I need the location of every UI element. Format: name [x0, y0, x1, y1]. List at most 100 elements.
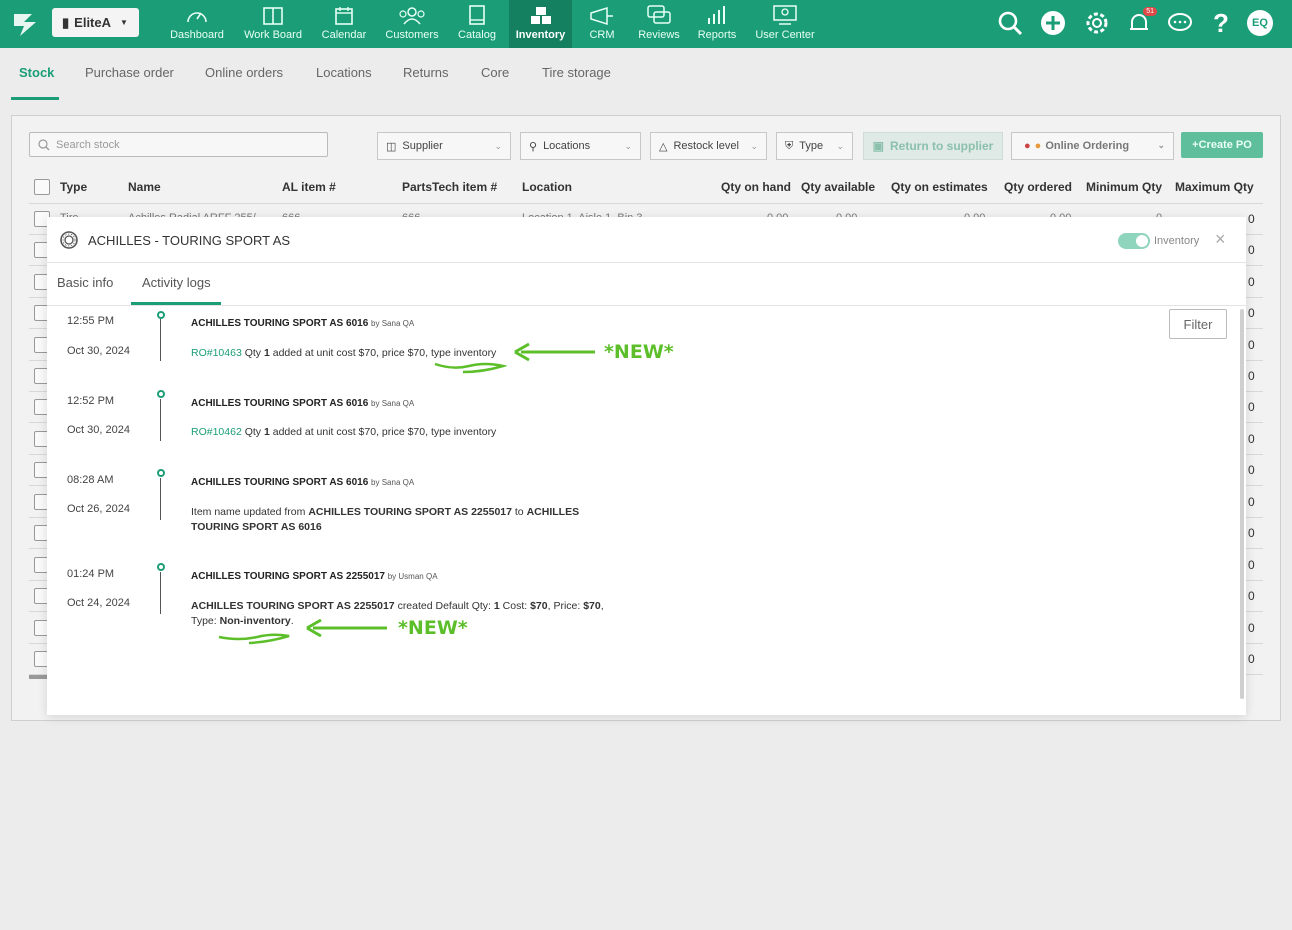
type-dropdown[interactable]: ⛨ Type ⌄: [776, 132, 853, 160]
chevron-down-icon: ⌄: [1157, 140, 1165, 150]
notifications-bell-icon[interactable]: 51: [1125, 7, 1157, 37]
supplier-label: Supplier: [402, 140, 443, 152]
select-all-checkbox[interactable]: [34, 179, 50, 195]
ro-link[interactable]: RO#10463: [191, 347, 242, 359]
nav-crm[interactable]: CRM: [584, 0, 620, 48]
user-avatar[interactable]: EQ: [1246, 9, 1274, 37]
annotation-arrow-icon: [514, 342, 595, 362]
tab-core[interactable]: Core: [481, 65, 509, 80]
type-label: Type: [799, 140, 824, 152]
column-header-type[interactable]: Type: [60, 180, 87, 194]
locations-dropdown[interactable]: ⚲ Locations ⌄: [520, 132, 641, 160]
scrollbar[interactable]: [1240, 309, 1244, 699]
customers-icon: [399, 7, 425, 25]
log-date: Oct 26, 2024: [67, 503, 130, 515]
return-icon: ▣: [872, 139, 884, 153]
timeline-line: [160, 572, 161, 614]
tab-returns[interactable]: Returns: [403, 65, 449, 80]
log-date: Oct 30, 2024: [67, 345, 130, 357]
supplier-dropdown[interactable]: ◫ Supplier ⌄: [377, 132, 511, 160]
help-icon[interactable]: ?: [1207, 8, 1235, 38]
column-header-al-item[interactable]: AL item #: [282, 180, 336, 194]
log-item-title: ACHILLES TOURING SPORT AS 6016 by Sana Q…: [191, 318, 414, 329]
timeline-dot: [157, 390, 165, 398]
log-connector: to: [514, 506, 524, 518]
nav-dashboard[interactable]: Dashboard: [164, 0, 230, 48]
log-time: 12:52 PM: [67, 395, 115, 407]
tab-locations[interactable]: Locations: [316, 65, 372, 80]
nav-work-board[interactable]: Work Board: [238, 0, 308, 48]
column-header-name[interactable]: Name: [128, 180, 161, 194]
tab-basic-info[interactable]: Basic info: [57, 275, 113, 290]
log-description: Item name updated from ACHILLES TOURING …: [191, 505, 591, 535]
column-header-qty-available[interactable]: Qty available: [801, 180, 875, 194]
log-author: by Sana QA: [371, 319, 415, 328]
nav-inventory[interactable]: Inventory: [509, 0, 572, 48]
nav-reports[interactable]: Reports: [694, 0, 740, 48]
timeline-line: [160, 399, 161, 441]
app-logo-icon[interactable]: [10, 8, 40, 38]
create-po-button[interactable]: + Create PO: [1181, 132, 1263, 158]
column-header-qty-on-hand[interactable]: Qty on hand: [721, 180, 791, 194]
online-ordering-label: Online Ordering: [1045, 140, 1130, 152]
tab-stock[interactable]: Stock: [19, 65, 54, 80]
nav-calendar[interactable]: Calendar: [316, 0, 372, 48]
add-icon[interactable]: [1039, 9, 1067, 37]
chevron-down-icon: ⌄: [624, 141, 632, 151]
nav-catalog[interactable]: Catalog: [452, 0, 502, 48]
restock-label: Restock level: [673, 140, 739, 152]
user-center-icon: [773, 5, 797, 25]
row-maximum-qty: 0: [1248, 463, 1255, 477]
tab-tire-storage[interactable]: Tire storage: [542, 65, 611, 80]
log-item-name: ACHILLES TOURING SPORT AS 2255017: [191, 571, 385, 582]
chevron-down-icon: ⌄: [750, 141, 758, 151]
tab-activity-logs[interactable]: Activity logs: [142, 275, 211, 290]
supplier-logos-icon: ●: [1034, 140, 1042, 152]
nav-label: Catalog: [458, 29, 496, 41]
create-po-label: Create PO: [1198, 139, 1252, 151]
item-detail-modal: ACHILLES - TOURING SPORT AS Inventory × …: [47, 217, 1246, 715]
price-label: Price:: [553, 600, 581, 612]
ro-link[interactable]: RO#10462: [191, 426, 242, 438]
filter-button[interactable]: Filter: [1169, 309, 1227, 339]
dashboard-icon: [187, 12, 207, 23]
chat-icon[interactable]: [1166, 9, 1194, 37]
tab-online-orders[interactable]: Online orders: [205, 65, 283, 80]
row-maximum-qty: 0: [1248, 400, 1255, 414]
column-header-maximum-qty[interactable]: Maximum Qty: [1175, 180, 1254, 194]
log-item-title: ACHILLES TOURING SPORT AS 6016 by Sana Q…: [191, 477, 414, 488]
column-header-qty-on-estimates[interactable]: Qty on estimates: [891, 180, 988, 194]
log-author: by Usman QA: [387, 572, 438, 581]
nav-customers[interactable]: Customers: [380, 0, 444, 48]
gear-icon[interactable]: [1083, 9, 1111, 37]
online-ordering-dropdown[interactable]: ● ● Online Ordering ⌄: [1011, 132, 1174, 160]
tab-purchase-order[interactable]: Purchase order: [85, 65, 174, 80]
shop-selector[interactable]: ▮ EliteA ▼: [52, 8, 139, 37]
search-input[interactable]: Search stock: [29, 132, 328, 157]
column-header-minimum-qty[interactable]: Minimum Qty: [1086, 180, 1162, 194]
nav-user-center[interactable]: User Center: [752, 0, 818, 48]
column-header-qty-ordered[interactable]: Qty ordered: [1004, 180, 1072, 194]
warning-icon: △: [659, 140, 668, 153]
log-date: Oct 24, 2024: [67, 597, 130, 609]
price-value: $70: [583, 600, 601, 612]
modal-header: ACHILLES - TOURING SPORT AS Inventory ×: [47, 217, 1246, 263]
nav-reviews[interactable]: Reviews: [634, 0, 684, 48]
close-icon[interactable]: ×: [1215, 229, 1226, 250]
inventory-subtabs: Stock Purchase order Online orders Locat…: [0, 48, 1292, 100]
row-maximum-qty: 0: [1248, 369, 1255, 383]
active-tab-underline: [11, 97, 59, 100]
nav-label: Calendar: [321, 29, 367, 41]
supplier-logos-icon: ●: [1024, 140, 1031, 152]
column-header-location[interactable]: Location: [522, 180, 572, 194]
timeline-dot: [157, 563, 165, 571]
created-item-name: ACHILLES TOURING SPORT AS 2255017: [191, 600, 395, 612]
search-icon[interactable]: [996, 9, 1024, 37]
inventory-toggle[interactable]: [1118, 233, 1150, 249]
return-to-supplier-button[interactable]: ▣ Return to supplier: [863, 132, 1003, 160]
row-maximum-qty: 0: [1248, 212, 1255, 226]
restock-level-dropdown[interactable]: △ Restock level ⌄: [650, 132, 767, 160]
row-maximum-qty: 0: [1248, 589, 1255, 603]
column-header-partstech-item[interactable]: PartsTech item #: [402, 180, 497, 194]
qty-value: 1: [493, 600, 500, 612]
